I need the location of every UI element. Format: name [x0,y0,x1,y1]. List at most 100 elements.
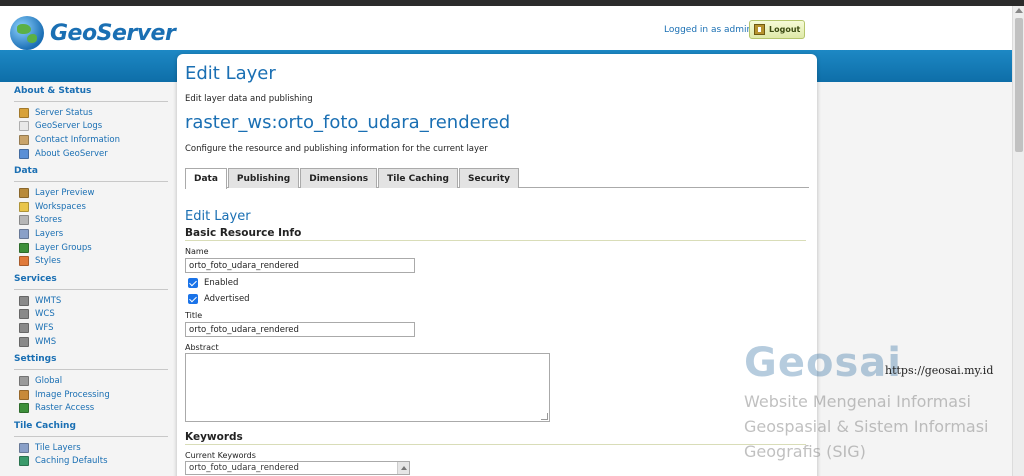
wmts-icon [19,295,29,306]
sidebar-item-layer-preview[interactable]: Layer Preview [14,186,168,200]
tab-security[interactable]: Security [459,168,520,188]
sidebar-item-label: Server Status [35,107,93,118]
sidebar-section: Settings Global Image Processing Raster Acc… [14,354,168,415]
raster-access-icon [19,403,29,414]
sidebar-item-wfs[interactable]: WFS [14,321,168,335]
sidebar-item-stores[interactable]: Stores [14,214,168,228]
sidebar-item-workspaces[interactable]: Workspaces [14,200,168,214]
sidebar-section: About & Status Server Status GeoServer Log… [14,86,168,160]
enabled-checkbox-row[interactable]: Enabled [188,278,238,288]
sidebar-section-title: Tile Caching [14,421,168,438]
globe-icon [10,16,44,50]
tab-tile-caching[interactable]: Tile Caching [378,168,458,188]
name-input[interactable]: orto_foto_udara_rendered [185,258,415,273]
abstract-textarea[interactable] [185,353,550,422]
layer-name-heading: raster_ws:orto_foto_udara_rendered [185,112,511,133]
tab-data[interactable]: Data [185,168,227,189]
sidebar-item-label: Tile Layers [35,442,81,453]
advertised-checkbox[interactable] [188,294,198,304]
sidebar-item-label: GeoServer Logs [35,121,103,132]
keywords-heading: Keywords [185,431,806,445]
logout-button[interactable]: Logout [749,20,805,39]
wfs-icon [19,322,29,333]
advertised-label: Advertised [204,294,250,304]
tab-publishing[interactable]: Publishing [227,168,300,188]
sidebar-item-label: Layer Preview [35,188,95,199]
layers-icon [19,228,29,239]
wms-icon [19,336,29,347]
sidebar-item-contact-information[interactable]: Contact Information [14,133,168,147]
stores-icon [19,215,29,226]
sidebar-item-label: Layers [35,228,64,239]
sidebar: About & Status Server Status GeoServer Log… [14,86,168,474]
enabled-label: Enabled [204,278,239,288]
layer-groups-icon [19,242,29,253]
sidebar-item-layers[interactable]: Layers [14,227,168,241]
scroll-thumb[interactable] [1015,18,1023,152]
sidebar-section-title: About & Status [14,86,168,102]
sidebar-item-wms[interactable]: WMS [14,335,168,349]
page-scrollbar[interactable] [1012,6,1024,476]
sidebar-item-label: WMTS [35,295,62,306]
watermark-url: https://geosai.my.id [885,364,994,377]
logo-text: GeoServer [50,20,176,46]
image-processing-icon [19,389,29,400]
sidebar-item-global[interactable]: Global [14,374,168,388]
name-label: Name [185,247,209,256]
sidebar-item-wmts[interactable]: WMTS [14,294,168,308]
sidebar-item-wcs[interactable]: WCS [14,308,168,322]
sidebar-item-label: Caching Defaults [35,456,108,467]
watermark-line-3: Geografis (SIG) [744,442,866,461]
tab-dimensions[interactable]: Dimensions [300,168,378,188]
logout-door-icon [754,24,765,35]
sidebar-section-title: Services [14,274,168,290]
resize-grip-icon[interactable] [541,413,548,420]
sidebar-item-tile-layers[interactable]: Tile Layers [14,441,168,455]
sidebar-item-caching-defaults[interactable]: Caching Defaults [14,455,168,469]
logout-label: Logout [769,25,801,34]
header: GeoServer Logged in as admin. Logout [0,6,1012,50]
watermark-line-1: Website Mengenai Informasi [744,392,971,411]
contact-icon [19,134,29,145]
sidebar-section-title: Data [14,166,168,183]
sidebar-item-server-status[interactable]: Server Status [14,106,168,120]
sidebar-item-raster-access[interactable]: Raster Access [14,402,168,416]
sidebar-item-about-geoserver[interactable]: About GeoServer [14,147,168,161]
sidebar-item-label: WFS [35,322,54,333]
layer-description: Configure the resource and publishing in… [185,144,488,154]
sidebar-item-label: WCS [35,309,55,320]
sidebar-section: Services WMTS WCS WFS WMS [14,274,168,348]
current-keywords-label: Current Keywords [185,451,256,460]
sidebar-item-geoserver-logs[interactable]: GeoServer Logs [14,120,168,134]
sidebar-item-label: Layer Groups [35,242,92,253]
sidebar-section: Tile Caching Tile Layers Caching Defaults [14,421,168,468]
styles-icon [19,256,29,267]
sidebar-item-label: Raster Access [35,403,95,414]
sidebar-item-label: Global [35,376,63,387]
sidebar-section: Data Layer Preview Workspaces Stores Layers L… [14,166,168,268]
sidebar-item-label: Contact Information [35,134,120,145]
current-keywords-list[interactable]: orto_foto_udara_rendered [185,461,410,475]
geoserver-logo[interactable]: GeoServer [10,16,176,50]
enabled-checkbox[interactable] [188,278,198,288]
login-status: Logged in as admin. [664,25,756,35]
advertised-checkbox-row[interactable]: Advertised [188,294,250,304]
sidebar-item-label: Image Processing [35,389,110,400]
sidebar-item-layer-groups[interactable]: Layer Groups [14,241,168,255]
layer-preview-icon [19,188,29,199]
watermark-brand: Geosai [744,340,902,386]
scroll-up-arrow-icon[interactable] [1015,8,1023,13]
current-keyword-item[interactable]: orto_foto_udara_rendered [189,463,299,473]
title-input[interactable]: orto_foto_udara_rendered [185,322,415,337]
edit-layer-subtitle: Edit Layer [185,209,251,224]
logs-icon [19,121,29,132]
tab-bar: Data Publishing Dimensions Tile Caching Secu… [185,168,809,189]
wcs-icon [19,309,29,320]
sidebar-item-styles[interactable]: Styles [14,254,168,268]
sidebar-item-label: Workspaces [35,201,86,212]
list-scroll-up-icon[interactable] [397,462,409,474]
sidebar-section-title: Settings [14,354,168,371]
sidebar-item-label: Stores [35,215,62,226]
global-icon [19,376,29,387]
sidebar-item-image-processing[interactable]: Image Processing [14,388,168,402]
